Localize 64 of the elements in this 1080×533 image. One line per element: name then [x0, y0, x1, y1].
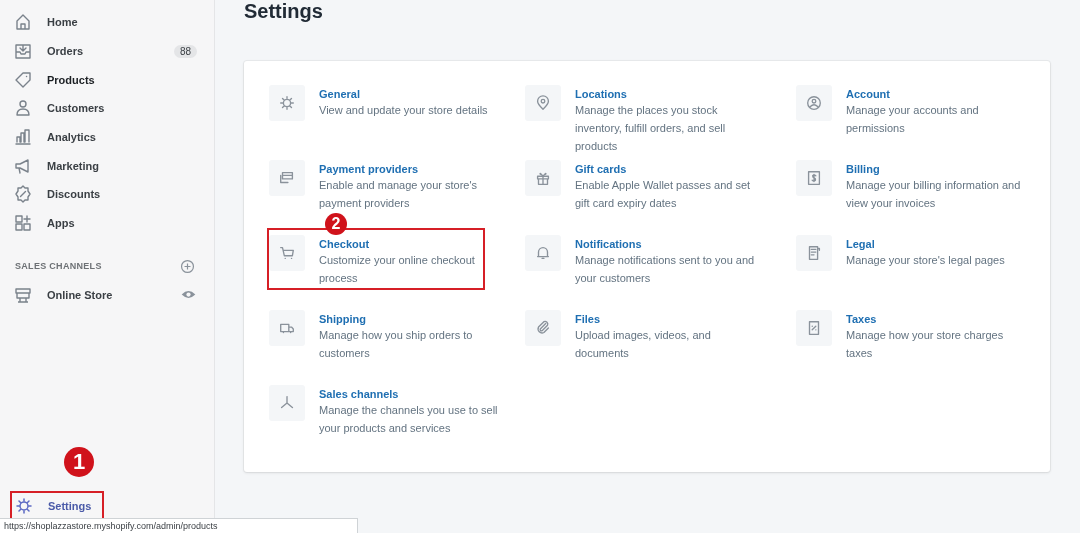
settings-description: Manage your store's legal pages [846, 253, 1005, 268]
settings-description: Manage notifications sent to you and your customers [575, 253, 756, 286]
gear-icon [269, 85, 305, 121]
settings-description: Manage your accounts and permissions [846, 103, 980, 136]
billing-icon [796, 160, 832, 196]
section-title: SALES CHANNELS [15, 261, 102, 271]
settings-link[interactable]: Shipping [319, 312, 504, 326]
nav-item[interactable]: Orders 88 [0, 36, 214, 66]
settings-link[interactable]: Checkout [319, 237, 504, 251]
settings-link[interactable]: Notifications [575, 237, 760, 251]
gift-icon [525, 160, 561, 196]
nav-item[interactable]: Apps [0, 208, 214, 238]
apps-icon [13, 213, 33, 234]
settings-description: Manage how you ship orders to customers [319, 328, 474, 361]
settings-link[interactable]: General [319, 87, 488, 101]
step-marker: 2 [325, 213, 347, 235]
settings-link[interactable]: Account [846, 87, 1026, 101]
nav-item[interactable]: Analytics [0, 122, 214, 152]
payment-icon [269, 160, 305, 196]
settings-link[interactable]: Files [575, 312, 760, 326]
nav-item[interactable]: Marketing [0, 151, 214, 181]
settings-link[interactable]: Payment providers [319, 162, 504, 176]
pin-icon [525, 85, 561, 121]
settings-description: Manage your billing information and view your invoices [846, 178, 1022, 211]
nav-item[interactable]: Home [0, 8, 214, 37]
nav-item[interactable]: Online Store [0, 280, 214, 310]
settings-description: Manage the channels you use to sell your products and services [319, 403, 499, 436]
page-title: Settings [244, 0, 324, 24]
settings-description: Customize your online checkout process [319, 253, 476, 286]
add-icon[interactable] [179, 257, 196, 275]
bell-icon [525, 235, 561, 271]
nav-item[interactable]: Discounts [0, 180, 214, 209]
status-url: https://shoplazzastore.myshopify.com/admin/products [0, 518, 358, 533]
settings-link[interactable]: Sales channels [319, 387, 504, 401]
settings-description: View and update your store details [319, 103, 488, 118]
clip-icon [525, 310, 561, 346]
settings-nav-item[interactable]: Settings [11, 492, 103, 519]
tag-icon [13, 69, 33, 90]
settings-link[interactable]: Taxes [846, 312, 1026, 326]
settings-description: Manage the places you stock inventory, fulfill orders, and sell products [575, 103, 727, 154]
home-icon [13, 12, 33, 33]
nav-item[interactable]: Products [0, 65, 214, 95]
settings-link[interactable]: Billing [846, 162, 1026, 176]
cart-icon [269, 235, 305, 271]
discount-icon [13, 184, 33, 205]
settings-link[interactable]: Legal [846, 237, 1005, 251]
count-badge: 88 [173, 44, 197, 58]
settings-description: Enable Apple Wallet passes and set gift card expiry dates [575, 178, 752, 211]
person-icon [13, 98, 33, 119]
settings-description: Enable and manage your store's payment providers [319, 178, 479, 211]
orders-icon [13, 41, 33, 62]
nav-item[interactable]: Customers [0, 94, 214, 123]
channels-icon [269, 385, 305, 421]
settings-link[interactable]: Gift cards [575, 162, 760, 176]
account-icon [796, 85, 832, 121]
settings-description: Upload images, videos, and documents [575, 328, 712, 361]
truck-icon [269, 310, 305, 346]
settings-link[interactable]: Locations [575, 87, 760, 101]
chart-icon [13, 127, 33, 148]
settings-icon [14, 495, 34, 516]
step-marker: 1 [64, 447, 94, 477]
legal-icon [796, 235, 832, 271]
settings-description: Manage how your store charges taxes [846, 328, 1005, 361]
tax-icon [796, 310, 832, 346]
